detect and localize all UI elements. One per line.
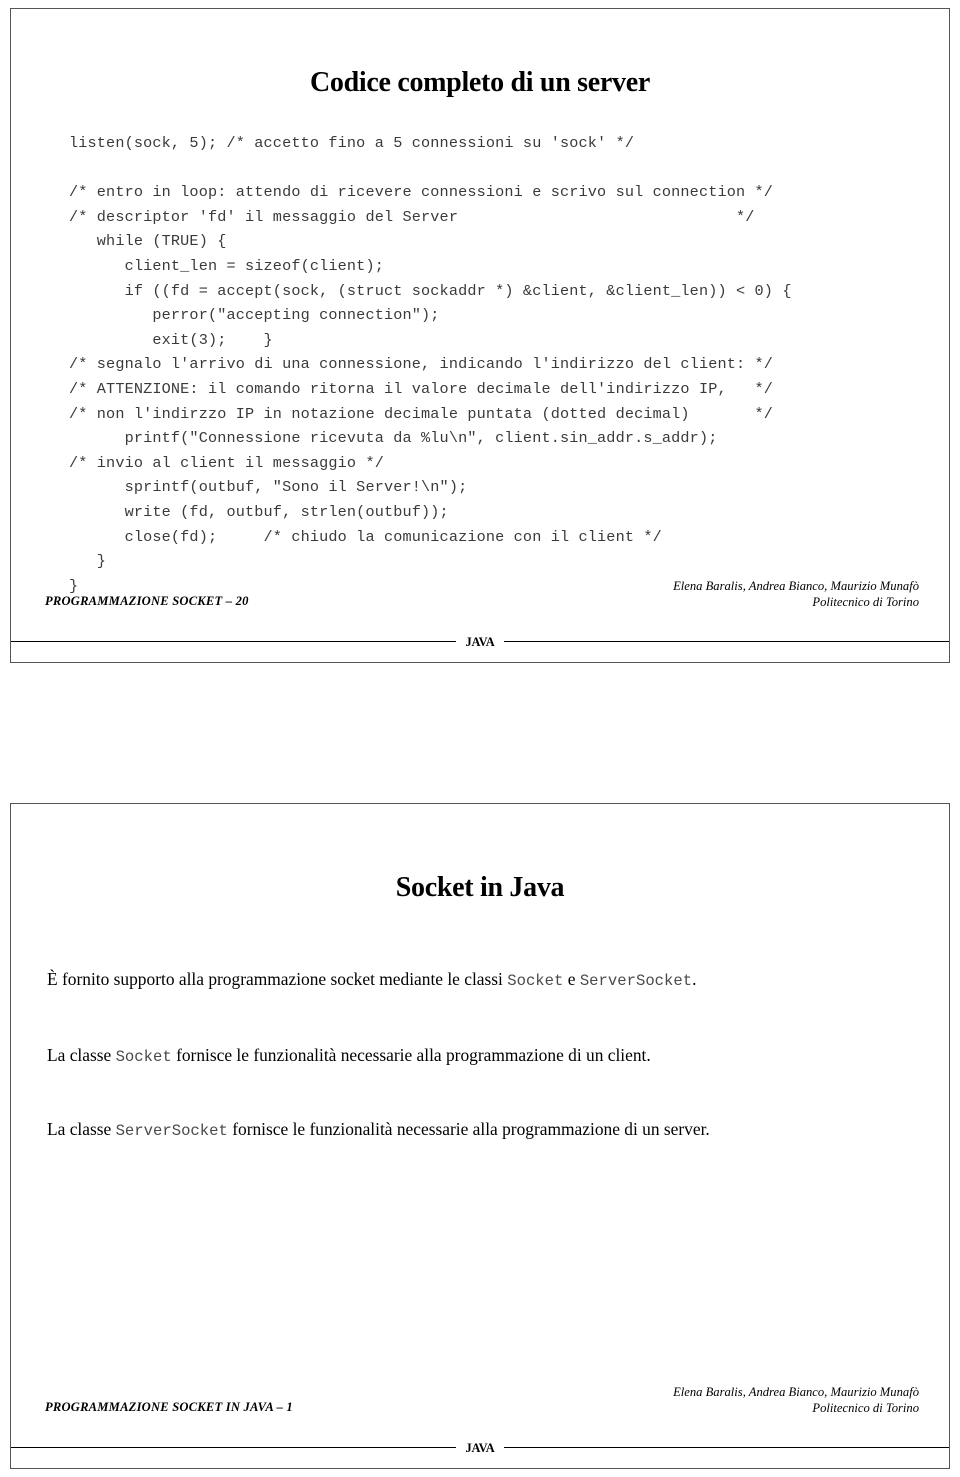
footer-rule-right-segment: [503, 641, 950, 643]
code-line: /* invio al client il messaggio */: [69, 453, 384, 472]
footer-rule-left-segment: [11, 1447, 457, 1449]
slide-1-content: Codice completo di un server listen(sock…: [11, 9, 950, 662]
body-paragraph: La classe Socket fornisce le funzionalit…: [47, 1043, 913, 1069]
code-block: listen(sock, 5); /* accetto fino a 5 con…: [69, 131, 792, 598]
footer-institution: Politecnico di Torino: [812, 1401, 919, 1415]
paragraph-text: fornisce le funzionalità necessarie alla…: [171, 1045, 651, 1066]
code-line: close(fd); /* chiudo la comunicazione co…: [69, 527, 662, 546]
footer-credits: Elena Baralis, Andrea Bianco, Maurizio M…: [673, 1384, 919, 1416]
page-title: Codice completo di un server: [310, 67, 650, 98]
inline-code: Socket: [115, 1048, 172, 1067]
footer-rule-left-segment: [11, 641, 457, 643]
code-line: /* entro in loop: attendo di ricevere co…: [69, 183, 774, 202]
slide-footer: PROGRAMMAZIONE SOCKET IN JAVA – 1 Elena …: [11, 1382, 950, 1468]
footer-authors: Elena Baralis, Andrea Bianco, Maurizio M…: [673, 579, 919, 593]
code-line: listen(sock, 5); /* accetto fino a 5 con…: [69, 134, 635, 152]
inline-code: ServerSocket: [579, 972, 693, 991]
slide-2-content: Socket in Java È fornito supporto alla p…: [11, 804, 950, 1468]
paragraph-text: La classe: [47, 1119, 116, 1140]
paragraph-text: .: [692, 969, 697, 990]
footer-rule-label: JAVA: [465, 634, 495, 649]
paragraph-text: fornisce le funzionalità necessarie alla…: [227, 1119, 710, 1140]
slide-footer: PROGRAMMAZIONE SOCKET – 20 Elena Baralis…: [11, 576, 950, 662]
paragraph-text: e: [563, 969, 580, 990]
footer-rule-right-segment: [503, 1447, 950, 1449]
code-line: /* descriptor 'fd' il messaggio del Serv…: [69, 207, 755, 226]
paragraph-text: La classe: [47, 1045, 116, 1066]
footer-section-label: PROGRAMMAZIONE SOCKET IN JAVA – 1: [45, 1400, 293, 1414]
slide-page-2: Socket in Java È fornito supporto alla p…: [10, 803, 950, 1469]
code-line: if ((fd = accept(sock, (struct sockaddr …: [69, 281, 792, 300]
code-line: /* segnalo l'arrivo di una connessione, …: [69, 355, 774, 374]
slide-page-1: Codice completo di un server listen(sock…: [10, 8, 950, 663]
footer-institution: Politecnico di Torino: [812, 595, 919, 609]
code-line: exit(3); }: [69, 330, 273, 349]
page-title: Socket in Java: [395, 872, 565, 903]
code-line: write (fd, outbuf, strlen(outbuf));: [69, 502, 449, 521]
body-paragraph: La classe ServerSocket fornisce le funzi…: [47, 1117, 913, 1143]
footer-rule: JAVA: [11, 634, 950, 649]
body-paragraph: È fornito supporto alla programmazione s…: [47, 967, 913, 993]
code-line: client_len = sizeof(client);: [69, 256, 384, 275]
footer-rule: JAVA: [11, 1440, 950, 1455]
inline-code: Socket: [507, 972, 564, 991]
code-line: }: [69, 552, 107, 571]
footer-credits: Elena Baralis, Andrea Bianco, Maurizio M…: [673, 578, 919, 610]
code-line: printf("Connessione ricevuta da %lu\n", …: [69, 429, 718, 448]
code-line: /* ATTENZIONE: il comando ritorna il val…: [69, 379, 774, 398]
inline-code: ServerSocket: [115, 1122, 228, 1141]
footer-authors: Elena Baralis, Andrea Bianco, Maurizio M…: [673, 1385, 919, 1399]
paragraph-text: È fornito supporto alla programmazione s…: [47, 969, 508, 990]
code-line: perror("accepting connection");: [69, 306, 440, 325]
code-line: sprintf(outbuf, "Sono il Server!\n");: [69, 478, 468, 497]
code-line: /* non l'indirzzo IP in notazione decima…: [69, 404, 774, 423]
footer-rule-label: JAVA: [465, 1440, 495, 1455]
code-line: while (TRUE) {: [69, 232, 227, 251]
footer-section-label: PROGRAMMAZIONE SOCKET – 20: [45, 594, 249, 608]
